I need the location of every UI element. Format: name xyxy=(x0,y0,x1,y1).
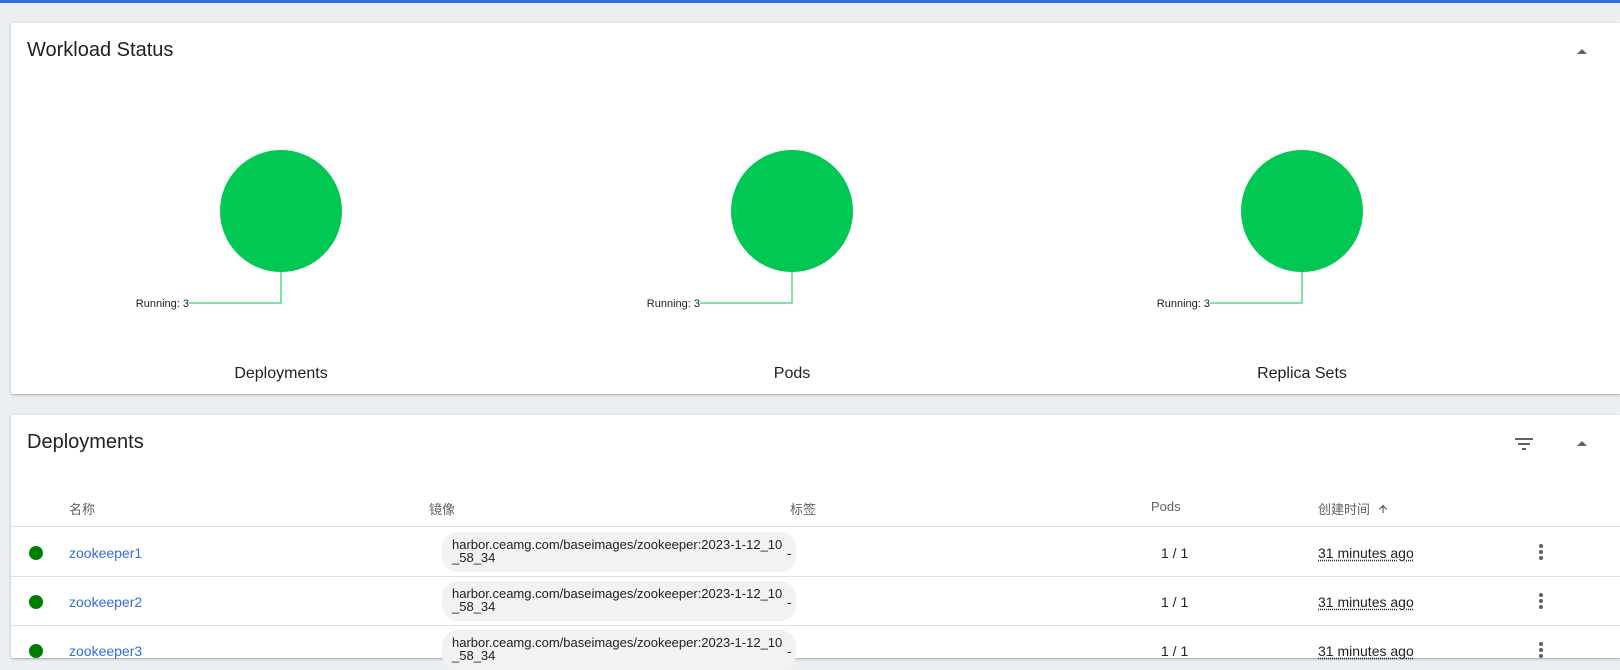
filter-button[interactable] xyxy=(1512,432,1536,456)
status-running-icon xyxy=(29,644,43,658)
column-header-pods: Pods xyxy=(1151,499,1181,514)
workload-status-card: Workload Status Running: 3 Deployments R… xyxy=(11,23,1620,394)
running-slice xyxy=(220,150,342,272)
deployments-collapse-button[interactable] xyxy=(1570,432,1594,456)
legend-leader-line xyxy=(700,272,793,304)
top-accent-bar xyxy=(0,0,1620,3)
pods-cell: 1 / 1 xyxy=(1161,545,1189,561)
deployments-pie-chart: Running: 3 xyxy=(136,150,342,310)
pods-cell: 1 / 1 xyxy=(1161,643,1189,659)
deployment-name-link[interactable]: zookeeper3 xyxy=(69,643,142,659)
column-header-created[interactable]: 创建时间 xyxy=(1318,499,1389,518)
workload-status-collapse-button[interactable] xyxy=(1570,40,1594,64)
arrow-drop-up-icon xyxy=(1577,441,1587,446)
running-legend: Running: 3 xyxy=(647,298,700,310)
workload-status-title: Workload Status xyxy=(27,39,174,61)
table-row: zookeeper1 harbor.ceamg.com/baseimages/z… xyxy=(11,528,1620,577)
running-legend: Running: 3 xyxy=(1157,298,1210,310)
chart-caption: Replica Sets xyxy=(1257,365,1347,382)
chart-caption: Pods xyxy=(773,365,811,382)
running-slice xyxy=(1241,150,1363,272)
pods-pie-chart: Running: 3 xyxy=(647,150,853,310)
created-cell: 31 minutes ago xyxy=(1318,545,1414,561)
created-cell: 31 minutes ago xyxy=(1318,643,1414,659)
column-header-labels: 标签 xyxy=(790,502,817,517)
running-legend: Running: 3 xyxy=(136,298,189,310)
pods-cell: 1 / 1 xyxy=(1161,594,1189,610)
table-row: zookeeper3 harbor.ceamg.com/baseimages/z… xyxy=(11,626,1620,670)
arrow-upward-icon xyxy=(1378,505,1387,513)
deployments-title: Deployments xyxy=(27,431,144,453)
chart-pods: Running: 3 Pods xyxy=(632,113,952,383)
deployment-name-link[interactable]: zookeeper1 xyxy=(69,545,142,561)
chart-deployments: Running: 3 Deployments xyxy=(121,113,441,383)
row-actions-button[interactable] xyxy=(1529,589,1553,613)
more-vert-icon xyxy=(1539,593,1543,609)
status-running-icon xyxy=(29,546,43,560)
table-row: zookeeper2 harbor.ceamg.com/baseimages/z… xyxy=(11,577,1620,626)
status-running-icon xyxy=(29,595,43,609)
labels-cell: - xyxy=(787,594,792,610)
image-chip: harbor.ceamg.com/baseimages/zookeeper:20… xyxy=(442,630,796,670)
row-actions-button[interactable] xyxy=(1529,638,1553,662)
row-actions-button[interactable] xyxy=(1529,540,1553,564)
more-vert-icon xyxy=(1539,544,1543,560)
arrow-drop-up-icon xyxy=(1577,49,1587,54)
legend-leader-line xyxy=(189,272,282,304)
table-header: 名称 镜像 标签 Pods 创建时间 xyxy=(11,477,1620,527)
replica-sets-pie-chart: Running: 3 xyxy=(1157,150,1363,310)
column-header-name[interactable]: 名称 xyxy=(69,499,95,518)
image-chip: harbor.ceamg.com/baseimages/zookeeper:20… xyxy=(442,581,796,621)
chart-replica-sets: Running: 3 Replica Sets xyxy=(1142,113,1462,383)
chart-caption: Deployments xyxy=(234,365,328,382)
deployments-card: Deployments 名称 镜像 标签 Pods 创建时间 zookeeper… xyxy=(11,415,1620,670)
column-header-images: 镜像 xyxy=(429,502,456,517)
deployment-name-link[interactable]: zookeeper2 xyxy=(69,594,142,610)
created-cell: 31 minutes ago xyxy=(1318,594,1414,610)
legend-leader-line xyxy=(1210,272,1303,304)
labels-cell: - xyxy=(787,545,792,561)
image-chip: harbor.ceamg.com/baseimages/zookeeper:20… xyxy=(442,532,796,572)
labels-cell: - xyxy=(787,643,792,659)
filter-list-icon xyxy=(1515,438,1533,450)
column-header-created-label: 创建时间 xyxy=(1318,502,1371,517)
running-slice xyxy=(731,150,853,272)
more-vert-icon xyxy=(1539,642,1543,658)
